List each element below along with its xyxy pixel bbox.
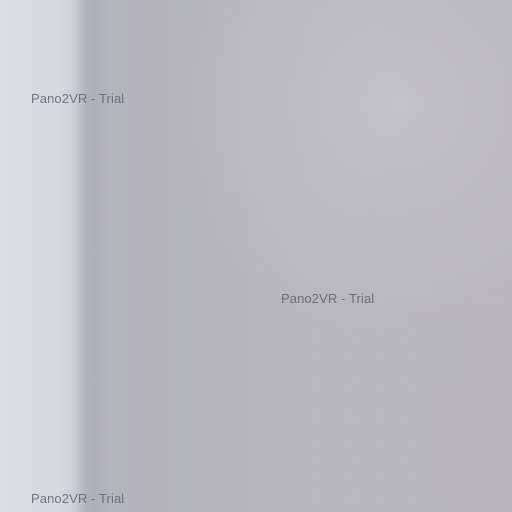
trial-watermark: Pano2VR - Trial: [31, 91, 125, 106]
trial-watermark: Pano2VR - Trial: [31, 491, 125, 506]
panorama-viewport[interactable]: Pano2VR - Trial Pano2VR - Trial Pano2VR …: [0, 0, 512, 512]
surface-texture: [0, 0, 512, 512]
trial-watermark: Pano2VR - Trial: [281, 291, 375, 306]
